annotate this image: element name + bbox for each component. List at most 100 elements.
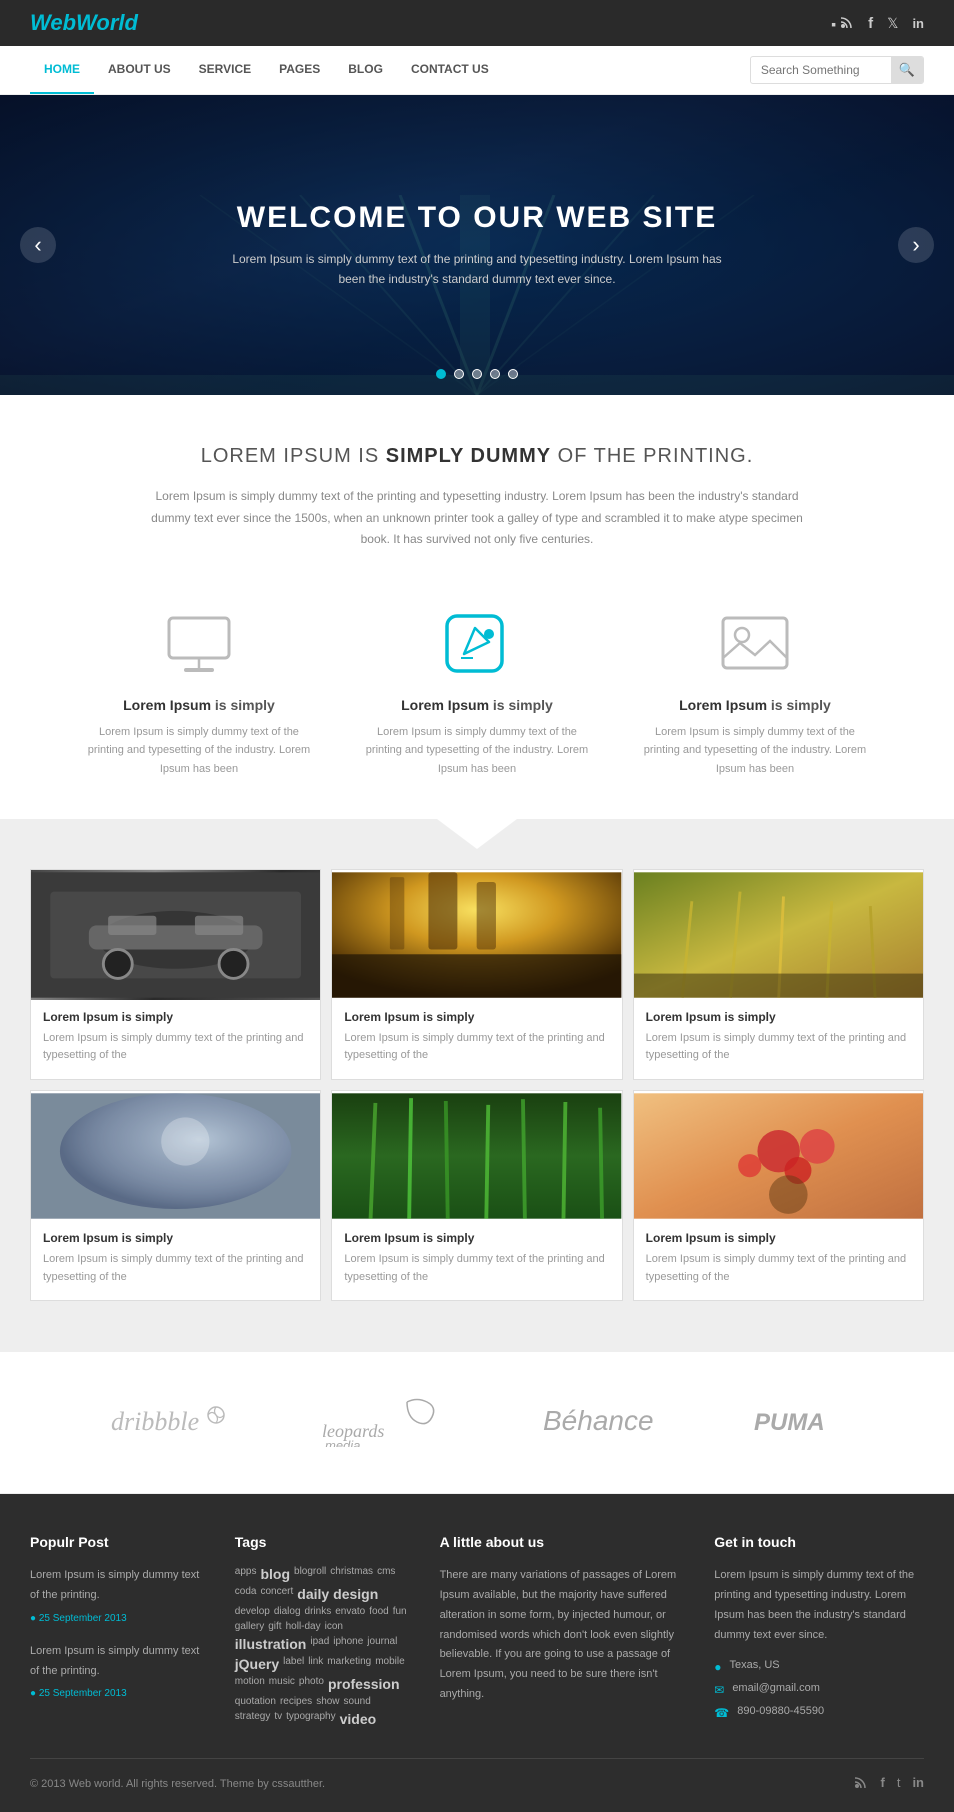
- tag-sound[interactable]: sound: [344, 1696, 371, 1707]
- tag-apps[interactable]: apps: [235, 1566, 257, 1582]
- partner-leopards: leopards media: [317, 1392, 447, 1453]
- portfolio-card-6-image: [634, 1091, 923, 1221]
- tag-link[interactable]: link: [308, 1656, 323, 1672]
- hero-description: Lorem Ipsum is simply dummy text of the …: [227, 249, 727, 290]
- footer-tags-title: Tags: [235, 1534, 410, 1550]
- footer-facebook-icon[interactable]: f: [880, 1775, 884, 1792]
- nav-item-pages[interactable]: PAGES: [265, 46, 334, 94]
- logo: WebWorld: [30, 10, 138, 36]
- rss-icon[interactable]: ▪: [831, 15, 854, 32]
- footer-contact-location-text: Texas, US: [730, 1659, 780, 1671]
- portfolio-card-3-body: Lorem Ipsum is simply Lorem Ipsum is sim…: [634, 1000, 923, 1079]
- features-section: Lorem Ipsum is simply Lorem Ipsum is sim…: [0, 581, 954, 819]
- portfolio-section: Lorem Ipsum is simply Lorem Ipsum is sim…: [0, 819, 954, 1351]
- tag-profession[interactable]: profession: [328, 1676, 400, 1692]
- tag-icon[interactable]: icon: [325, 1621, 343, 1632]
- footer-post-1-text: Lorem Ipsum is simply dummy text of the …: [30, 1566, 205, 1606]
- portfolio-card-1-title: Lorem Ipsum is simply: [43, 1010, 308, 1024]
- tag-cms[interactable]: cms: [377, 1566, 395, 1582]
- tag-recipes[interactable]: recipes: [280, 1696, 312, 1707]
- tag-food[interactable]: food: [369, 1606, 388, 1617]
- portfolio-card-2: Lorem Ipsum is simply Lorem Ipsum is sim…: [331, 869, 622, 1080]
- intro-heading-bold: SIMPLY DUMMY: [386, 445, 551, 467]
- hero-dot-2[interactable]: [454, 369, 464, 379]
- tag-holiday[interactable]: holl-day: [286, 1621, 321, 1632]
- tag-music[interactable]: music: [269, 1676, 295, 1692]
- tag-typography[interactable]: typography: [286, 1711, 335, 1727]
- tag-label[interactable]: label: [283, 1656, 304, 1672]
- tag-develop[interactable]: develop: [235, 1606, 270, 1617]
- tag-marketing[interactable]: marketing: [327, 1656, 371, 1672]
- tag-tv[interactable]: tv: [274, 1711, 282, 1727]
- portfolio-card-3-image: [634, 870, 923, 1000]
- tag-gallery[interactable]: gallery: [235, 1621, 264, 1632]
- tag-video[interactable]: video: [340, 1711, 377, 1727]
- tag-show[interactable]: show: [316, 1696, 339, 1707]
- hero-dot-5[interactable]: [508, 369, 518, 379]
- portfolio-card-6-body: Lorem Ipsum is simply Lorem Ipsum is sim…: [634, 1221, 923, 1300]
- footer-tags: Tags apps blog blogroll christmas cms co…: [235, 1534, 410, 1728]
- svg-text:Béhance: Béhance: [543, 1405, 654, 1436]
- hero-dot-1[interactable]: [436, 369, 446, 379]
- tag-jquery[interactable]: jQuery: [235, 1656, 279, 1672]
- intro-heading: LOREM IPSUM IS SIMPLY DUMMY OF THE PRINT…: [120, 445, 834, 468]
- partner-puma: PUMA: [749, 1395, 849, 1451]
- portfolio-card-1: Lorem Ipsum is simply Lorem Ipsum is sim…: [30, 869, 321, 1080]
- tag-blog[interactable]: blog: [260, 1566, 290, 1582]
- search-button[interactable]: 🔍: [891, 57, 923, 83]
- footer-twitter-icon[interactable]: t: [897, 1775, 901, 1792]
- footer-about: A little about us There are many variati…: [440, 1534, 685, 1728]
- tag-motion[interactable]: motion: [235, 1676, 265, 1692]
- footer-contact: Get in touch Lorem Ipsum is simply dummy…: [714, 1534, 924, 1728]
- nav-item-home[interactable]: HOME: [30, 46, 94, 94]
- facebook-icon[interactable]: f: [868, 15, 873, 32]
- portfolio-card-2-title: Lorem Ipsum is simply: [344, 1010, 609, 1024]
- portfolio-card-3-desc: Lorem Ipsum is simply dummy text of the …: [646, 1030, 911, 1065]
- tag-illustration[interactable]: illustration: [235, 1636, 307, 1652]
- tag-daily[interactable]: daily: [297, 1586, 329, 1602]
- portfolio-card-2-desc: Lorem Ipsum is simply dummy text of the …: [344, 1030, 609, 1065]
- tag-blogroll[interactable]: blogroll: [294, 1566, 326, 1582]
- linkedin-icon[interactable]: in: [912, 16, 924, 31]
- tag-photo[interactable]: photo: [299, 1676, 324, 1692]
- nav-item-service[interactable]: SERVICE: [185, 46, 265, 94]
- portfolio-card-5-body: Lorem Ipsum is simply Lorem Ipsum is sim…: [332, 1221, 621, 1300]
- tag-strategy[interactable]: strategy: [235, 1711, 271, 1727]
- partner-behance: Béhance: [538, 1395, 658, 1451]
- portfolio-card-5: Lorem Ipsum is simply Lorem Ipsum is sim…: [331, 1090, 622, 1301]
- tag-envato[interactable]: envato: [335, 1606, 365, 1617]
- tag-dialog[interactable]: dialog: [274, 1606, 301, 1617]
- tag-coda[interactable]: coda: [235, 1586, 257, 1602]
- nav-item-contact[interactable]: CONTACT US: [397, 46, 503, 94]
- feature-3-title: Lorem Ipsum is simply: [638, 697, 872, 713]
- portfolio-card-4-desc: Lorem Ipsum is simply dummy text of the …: [43, 1251, 308, 1286]
- tag-drinks[interactable]: drinks: [305, 1606, 332, 1617]
- portfolio-card-3: Lorem Ipsum is simply Lorem Ipsum is sim…: [633, 869, 924, 1080]
- tag-ipad[interactable]: ipad: [310, 1636, 329, 1652]
- footer-about-text: There are many variations of passages of…: [440, 1566, 685, 1705]
- twitter-icon[interactable]: 𝕏: [887, 15, 898, 32]
- tag-concert[interactable]: concert: [260, 1586, 293, 1602]
- tag-gift[interactable]: gift: [268, 1621, 281, 1632]
- tag-mobile[interactable]: mobile: [375, 1656, 404, 1672]
- search-input[interactable]: [751, 58, 891, 82]
- hero-prev-button[interactable]: ‹: [20, 227, 56, 263]
- tag-journal[interactable]: journal: [367, 1636, 397, 1652]
- feature-2-title: Lorem Ipsum is simply: [360, 697, 594, 713]
- tag-design[interactable]: design: [333, 1586, 378, 1602]
- footer-post-2-date: ● 25 September 2013: [30, 1685, 205, 1703]
- tag-iphone[interactable]: iphone: [333, 1636, 363, 1652]
- footer-linkedin-icon[interactable]: in: [912, 1775, 924, 1792]
- nav-item-about[interactable]: ABOUT US: [94, 46, 185, 94]
- image-icon: [715, 613, 795, 678]
- hero-next-button[interactable]: ›: [898, 227, 934, 263]
- hero-dot-4[interactable]: [490, 369, 500, 379]
- footer-rss-icon[interactable]: [854, 1775, 868, 1792]
- tag-fun[interactable]: fun: [393, 1606, 407, 1617]
- tag-christmas[interactable]: christmas: [330, 1566, 373, 1582]
- hero-dot-3[interactable]: [472, 369, 482, 379]
- nav-item-blog[interactable]: BLOG: [334, 46, 397, 94]
- footer-post-1-date: ● 25 September 2013: [30, 1610, 205, 1628]
- tag-quotation[interactable]: quotation: [235, 1696, 276, 1707]
- footer: Populr Post Lorem Ipsum is simply dummy …: [0, 1494, 954, 1812]
